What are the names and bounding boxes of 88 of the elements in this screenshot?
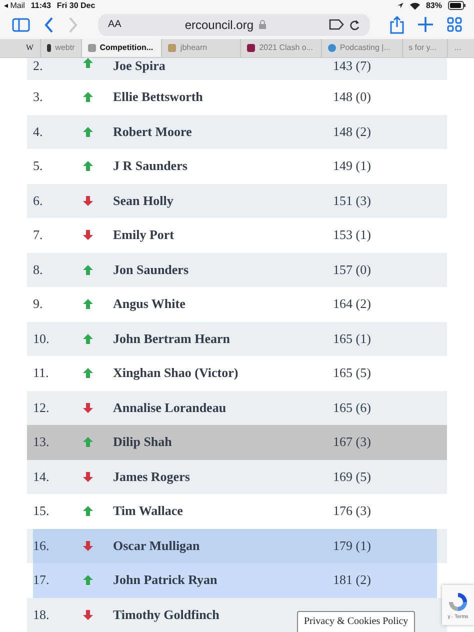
browser-tab[interactable]: Competition... [80, 38, 162, 57]
up-arrow-icon [83, 299, 93, 310]
rank-cell-text: 14. [32, 468, 50, 485]
score-cell: 148 (2) [333, 124, 371, 140]
name-cell: Ellie Bettsworth [113, 89, 203, 104]
score-cell: 157 (0) [333, 262, 371, 278]
up-arrow-icon [83, 126, 93, 137]
up-arrow-icon [83, 506, 93, 516]
score-cell: 181 (2) [333, 572, 371, 588]
browser-tab[interactable]: W [20, 38, 40, 57]
tab-overview-icon[interactable] [447, 17, 462, 32]
name-cell: Annalise Lorandeau [113, 400, 226, 415]
down-arrow-icon [83, 540, 93, 551]
back-to-app[interactable]: ◂ Mail [4, 1, 25, 10]
recaptcha-icon [447, 590, 469, 612]
name-cell: John Patrick Ryan [113, 572, 218, 588]
score-cell: 179 (1) [333, 538, 371, 554]
rank-cell-text: 6. [32, 192, 44, 209]
name-cell: James Rogers [113, 468, 190, 484]
up-arrow-icon [83, 368, 93, 378]
privacy-cookies-button[interactable]: Privacy & Cookies Policy [297, 611, 416, 632]
up-arrow-icon [83, 575, 93, 586]
rank-cell-text: 11. [32, 365, 50, 382]
rank-cell-text: 3. [32, 89, 44, 106]
name-cell: Timothy Goldfinch [113, 606, 220, 622]
score-cell: 151 (3) [333, 192, 371, 209]
reload-icon[interactable] [349, 18, 360, 31]
url-text: ercouncil.org [184, 18, 254, 32]
score-cell: 164 (2) [333, 296, 371, 312]
name-cell: Angus White [113, 296, 186, 312]
rank-cell-text: 18. [32, 606, 50, 623]
address-bar[interactable]: AA ercouncil.org [98, 14, 370, 36]
name-cell: Emily Port [113, 227, 174, 242]
back-icon[interactable] [44, 16, 54, 33]
rank-cell-text: 9. [32, 296, 44, 312]
rank-cell-text: 7. [32, 227, 44, 244]
score-cell: 165 (5) [333, 365, 371, 382]
score-cell: 176 (3) [333, 503, 371, 520]
name-cell: Jon Saunders [113, 262, 188, 277]
rank-cell-text: 2. [32, 58, 44, 74]
up-arrow-icon [83, 161, 93, 172]
up-arrow-icon [83, 437, 93, 448]
name-cell: J R Saunders [113, 158, 188, 174]
battery-icon [448, 1, 466, 10]
score-cell: 165 (6) [333, 400, 371, 416]
down-arrow-icon [83, 472, 93, 482]
sidebar-icon[interactable] [12, 18, 30, 32]
up-arrow-icon [83, 334, 93, 344]
up-arrow-icon [83, 264, 93, 275]
score-cell: 165 (1) [333, 330, 371, 347]
rank-cell-text: 4. [32, 124, 44, 140]
score-cell: 143 (7) [333, 58, 371, 74]
score-cell: 149 (1) [333, 158, 371, 174]
up-arrow-icon [83, 92, 93, 102]
name-cell: Robert Moore [113, 124, 192, 139]
rank-cell-text: 8. [32, 262, 44, 278]
score-cell: 169 (5) [333, 468, 371, 485]
down-arrow-icon [83, 196, 93, 206]
name-cell: Oscar Mulligan [113, 538, 200, 553]
date: Fri 30 Dec [56, 1, 96, 10]
score-cell: 167 (3) [333, 434, 371, 450]
rank-cell-text: 5. [32, 158, 44, 174]
name-cell: John Bertram Hearn [113, 330, 230, 346]
name-cell: Dilip Shah [113, 434, 172, 450]
score-cell: 148 (0) [333, 89, 371, 106]
name-cell: Tim Wallace [113, 503, 183, 518]
extension-icon[interactable] [329, 19, 344, 30]
text-size-button[interactable]: AA [108, 19, 122, 30]
rank-cell-text: 12. [32, 400, 50, 416]
clock: 11:43 [30, 1, 51, 10]
rank-cell-text: 15. [32, 503, 50, 520]
plus-icon[interactable] [418, 17, 433, 32]
share-icon[interactable] [390, 16, 404, 34]
lock-icon [258, 20, 266, 30]
name-cell: Joe Spira [113, 58, 166, 73]
up-arrow-icon [83, 58, 93, 68]
down-arrow-icon [83, 230, 93, 240]
rank-cell-text: 10. [32, 330, 50, 347]
name-cell: Sean Holly [113, 192, 174, 208]
down-arrow-icon [83, 402, 93, 413]
rank-cell-text: 16. [32, 538, 50, 554]
score-cell: 153 (1) [333, 227, 371, 244]
name-cell: Xinghan Shao (Victor) [113, 365, 238, 380]
rank-cell-text: 13. [32, 434, 50, 450]
battery-percent: 83% [426, 1, 442, 10]
down-arrow-icon [83, 610, 93, 620]
rank-cell-text: 17. [32, 572, 50, 588]
wifi-icon [410, 2, 420, 10]
